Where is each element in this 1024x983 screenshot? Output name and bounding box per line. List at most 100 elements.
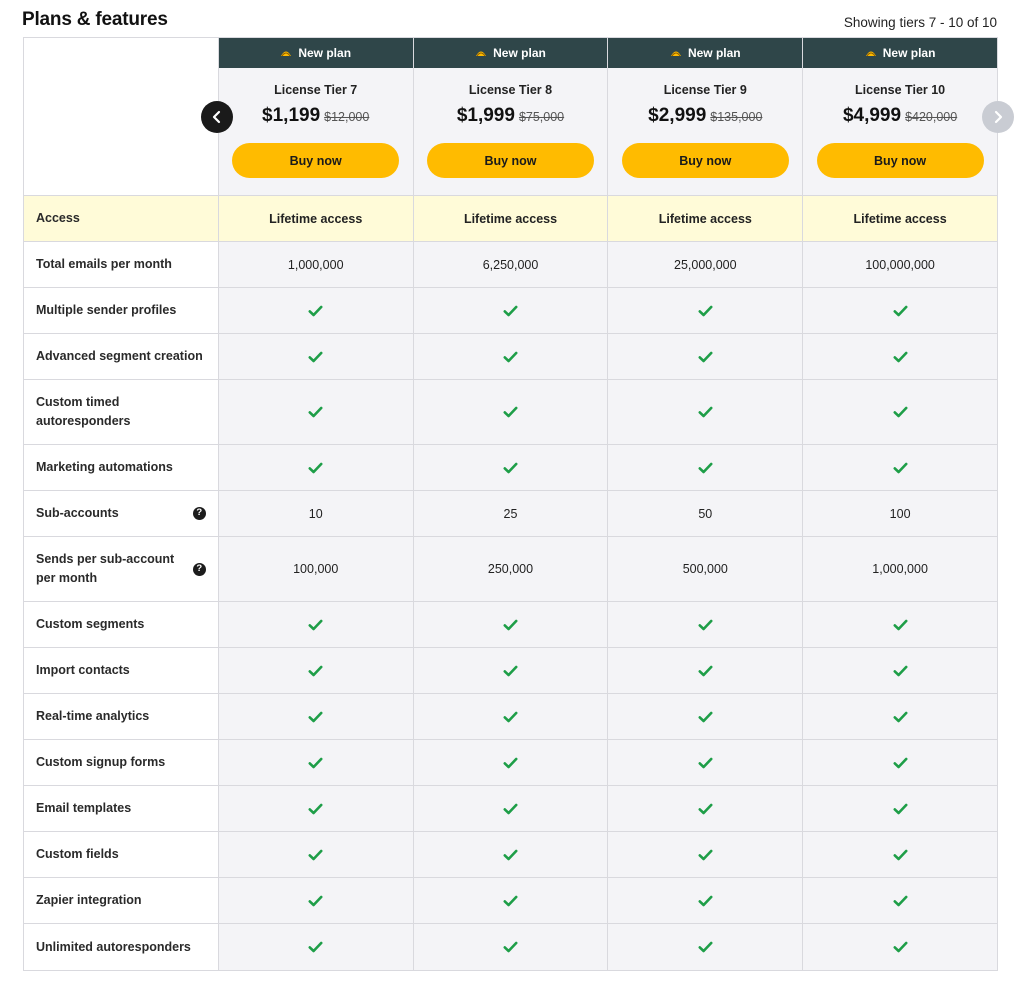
new-plan-banner: New plan — [803, 38, 997, 68]
feature-cell — [802, 740, 997, 785]
feature-label: Sub-accounts — [36, 506, 119, 521]
feature-row: Sub-accounts? 10 25 50 100 — [24, 491, 997, 537]
original-price: $135,000 — [710, 110, 763, 124]
check-icon — [893, 406, 908, 418]
feature-cell — [412, 786, 608, 831]
check-icon — [698, 665, 713, 677]
feature-row: Custom segments — [24, 602, 997, 648]
feature-rows: Access Lifetime access Lifetime access Life… — [24, 196, 997, 970]
check-icon — [503, 941, 518, 953]
feature-cell — [802, 924, 997, 970]
feature-cell — [802, 694, 997, 739]
feature-row: Email templates — [24, 786, 997, 832]
feature-value: 25,000,000 — [607, 242, 803, 287]
help-icon[interactable]: ? — [192, 562, 206, 576]
check-icon — [503, 711, 518, 723]
new-plan-label: New plan — [882, 46, 936, 60]
check-icon — [698, 757, 713, 769]
check-icon — [698, 849, 713, 861]
feature-label-cell: Custom fields — [24, 832, 218, 877]
feature-label: Email templates — [36, 801, 132, 816]
feature-row: Import contacts — [24, 648, 997, 694]
feature-value: Lifetime access — [217, 196, 413, 241]
feature-cell — [412, 694, 608, 739]
feature-cell — [802, 786, 997, 831]
feature-cell — [802, 445, 997, 490]
feature-cell — [607, 878, 803, 923]
check-icon — [503, 462, 518, 474]
check-icon — [503, 406, 518, 418]
check-icon — [503, 665, 518, 677]
check-icon — [893, 462, 908, 474]
new-plan-label: New plan — [687, 46, 741, 60]
check-icon — [893, 711, 908, 723]
taco-icon — [281, 51, 292, 57]
current-price: $2,999 — [648, 105, 707, 126]
feature-cell — [217, 924, 413, 970]
feature-value: 10 — [217, 491, 413, 536]
feature-cell — [607, 648, 803, 693]
feature-row: Custom signup forms — [24, 740, 997, 786]
feature-label: Zapier integration — [36, 893, 142, 908]
feature-label-cell: Access — [24, 196, 218, 241]
feature-label: Unlimited autoresponders — [36, 939, 191, 954]
feature-cell — [802, 878, 997, 923]
feature-cell — [412, 740, 608, 785]
feature-value: 250,000 — [412, 537, 608, 601]
feature-cell — [217, 786, 413, 831]
check-icon — [698, 803, 713, 815]
check-icon — [698, 619, 713, 631]
plans-header-row: New plan License Tier 7 $1,199 $12,000 Bu… — [24, 38, 997, 196]
check-icon — [308, 665, 323, 677]
check-icon — [308, 757, 323, 769]
plan-price: $4,999 $420,000 — [803, 105, 997, 127]
current-price: $4,999 — [842, 105, 902, 126]
feature-cell — [412, 832, 608, 877]
help-icon[interactable]: ? — [192, 507, 206, 520]
chevron-left-icon — [212, 110, 221, 124]
feature-cell — [217, 445, 413, 490]
feature-row: Zapier integration — [24, 878, 997, 924]
buy-now-button[interactable]: Buy now — [426, 143, 594, 178]
feature-cell — [217, 694, 413, 739]
check-icon — [893, 665, 908, 677]
feature-label: Sends per sub-account per month — [36, 552, 175, 585]
page-title: Plans & features — [22, 9, 168, 30]
feature-value: 25 — [412, 491, 608, 536]
feature-cell — [412, 602, 608, 647]
feature-label-cell: Advanced segment creation — [24, 334, 218, 379]
feature-label: Custom timed autoresponders — [36, 395, 131, 428]
feature-cell — [802, 602, 997, 647]
feature-cell — [802, 288, 997, 333]
check-icon — [308, 803, 323, 815]
feature-label-cell: Marketing automations — [24, 445, 218, 490]
feature-cell — [217, 832, 413, 877]
check-icon — [893, 803, 908, 815]
feature-cell — [217, 334, 413, 379]
feature-row: Advanced segment creation — [24, 334, 997, 380]
check-icon — [503, 305, 518, 317]
check-icon — [893, 619, 908, 631]
feature-cell — [412, 380, 608, 444]
plan-name: License Tier 10 — [855, 83, 946, 97]
feature-label: Total emails per month — [36, 257, 172, 272]
feature-label: Access — [36, 211, 80, 226]
feature-value: 1,000,000 — [802, 537, 997, 601]
feature-cell — [802, 832, 997, 877]
next-tiers-button[interactable] — [982, 101, 1014, 133]
buy-now-button[interactable]: Buy now — [621, 143, 789, 178]
buy-now-button[interactable]: Buy now — [816, 143, 984, 178]
feature-value: 100 — [802, 491, 997, 536]
feature-label-cell: Real-time analytics — [24, 694, 218, 739]
previous-tiers-button[interactable] — [201, 101, 233, 133]
feature-value: 50 — [607, 491, 803, 536]
feature-cell — [607, 445, 803, 490]
feature-cell — [217, 878, 413, 923]
check-icon — [503, 351, 518, 363]
feature-row: Access Lifetime access Lifetime access Life… — [24, 196, 997, 242]
buy-now-button[interactable]: Buy now — [232, 143, 400, 178]
feature-cell — [217, 648, 413, 693]
feature-label: Marketing automations — [36, 460, 173, 475]
feature-row: Custom fields — [24, 832, 997, 878]
new-plan-label: New plan — [493, 46, 546, 60]
